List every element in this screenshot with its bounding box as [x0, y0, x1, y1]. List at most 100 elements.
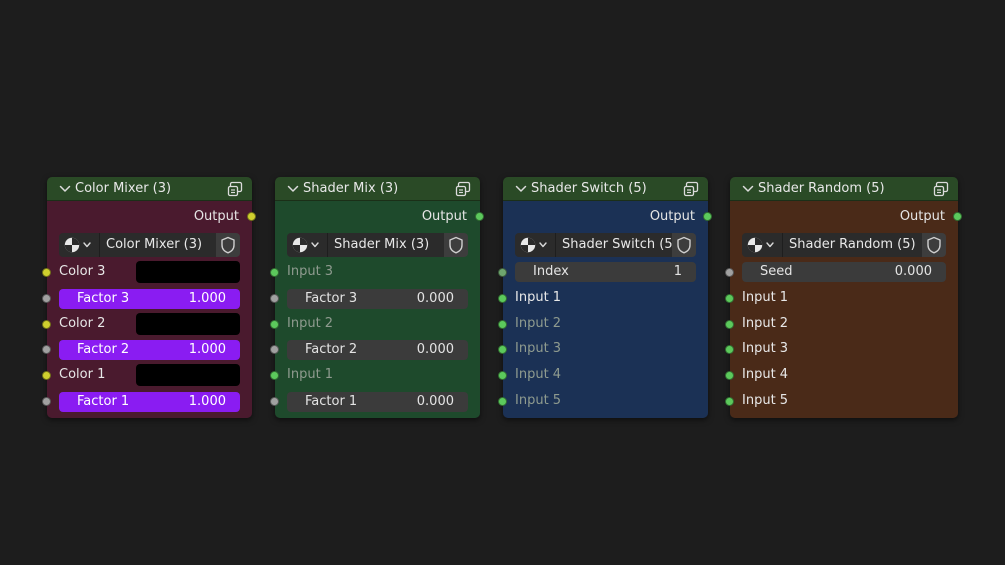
factor-2-field[interactable]: Factor 2 1.000 — [59, 340, 240, 360]
input-socket-input-3[interactable] — [498, 345, 507, 354]
output-socket[interactable] — [703, 212, 712, 221]
seed-value: 0.000 — [894, 264, 932, 279]
input-socket-input-5[interactable] — [498, 397, 507, 406]
node-editor-canvas[interactable]: Color Mixer (3) Output Color Mixer (3) C… — [0, 0, 1005, 565]
node-group-icon[interactable] — [933, 181, 949, 197]
node-shader-switch[interactable]: Shader Switch (5) Output Shader Switch (… — [498, 177, 712, 418]
input-5-label: Input 5 — [515, 393, 562, 408]
input-3-label: Input 3 — [742, 341, 789, 356]
input-socket-input-5[interactable] — [725, 397, 734, 406]
output-socket[interactable] — [475, 212, 484, 221]
chevron-down-icon[interactable] — [515, 183, 527, 195]
input-socket-color-3[interactable] — [42, 268, 51, 277]
group-selector[interactable]: Shader Switch (5) — [515, 233, 696, 257]
input-socket-input-4[interactable] — [498, 371, 507, 380]
color-2-label: Color 2 — [59, 316, 106, 331]
node-group-icon[interactable] — [227, 181, 243, 197]
factor-3-value: 1.000 — [188, 291, 226, 306]
fake-user-button[interactable] — [216, 233, 240, 257]
node-shader-random[interactable]: Shader Random (5) Output Shader Random (… — [725, 177, 962, 418]
node-tree-browse-button[interactable] — [287, 233, 328, 257]
node-tree-browse-button[interactable] — [742, 233, 783, 257]
input-socket-factor-3[interactable] — [270, 294, 279, 303]
node-group-icon[interactable] — [455, 181, 471, 197]
color-1-swatch[interactable] — [136, 364, 240, 386]
node-color-mixer[interactable]: Color Mixer (3) Output Color Mixer (3) C… — [42, 177, 256, 418]
input-socket-factor-1[interactable] — [42, 397, 51, 406]
input-1-label: Input 1 — [287, 367, 334, 382]
node-shader-mix[interactable]: Shader Mix (3) Output Shader Mix (3) Inp… — [270, 177, 484, 418]
group-selector[interactable]: Shader Random (5) — [742, 233, 946, 257]
chevron-down-icon[interactable] — [287, 183, 299, 195]
factor-1-label: Factor 1 — [77, 394, 130, 409]
input-socket-input-2[interactable] — [498, 320, 507, 329]
color-2-swatch[interactable] — [136, 313, 240, 335]
color-1-label: Color 1 — [59, 367, 106, 382]
output-socket[interactable] — [953, 212, 962, 221]
group-name-field[interactable]: Shader Mix (3) — [328, 233, 444, 257]
input-socket-input-1[interactable] — [725, 294, 734, 303]
input-socket-input-3[interactable] — [270, 268, 279, 277]
color-3-label: Color 3 — [59, 264, 106, 279]
factor-2-value: 1.000 — [188, 342, 226, 357]
node-tree-icon — [747, 237, 774, 253]
factor-2-label: Factor 2 — [305, 342, 358, 357]
output-socket[interactable] — [247, 212, 256, 221]
factor-2-value: 0.000 — [416, 342, 454, 357]
input-socket-input-1[interactable] — [498, 294, 507, 303]
input-socket-color-2[interactable] — [42, 320, 51, 329]
input-socket-seed[interactable] — [725, 268, 734, 277]
input-socket-color-1[interactable] — [42, 371, 51, 380]
factor-1-field[interactable]: Factor 1 1.000 — [59, 392, 240, 412]
input-socket-input-3[interactable] — [725, 345, 734, 354]
fake-user-button[interactable] — [672, 233, 696, 257]
group-name-field[interactable]: Shader Random (5) — [783, 233, 922, 257]
chevron-down-icon[interactable] — [742, 183, 754, 195]
color-3-swatch[interactable] — [136, 261, 240, 283]
output-label: Output — [193, 209, 239, 224]
node-tree-icon — [292, 237, 319, 253]
input-socket-input-1[interactable] — [270, 371, 279, 380]
node-header[interactable]: Shader Mix (3) — [275, 177, 480, 201]
fake-user-button[interactable] — [444, 233, 468, 257]
seed-field[interactable]: Seed 0.000 — [742, 262, 946, 282]
index-field[interactable]: Index 1 — [515, 262, 696, 282]
factor-1-label: Factor 1 — [305, 394, 358, 409]
factor-3-label: Factor 3 — [77, 291, 130, 306]
input-4-label: Input 4 — [742, 367, 789, 382]
node-tree-browse-button[interactable] — [515, 233, 556, 257]
input-1-label: Input 1 — [515, 290, 562, 305]
input-socket-factor-1[interactable] — [270, 397, 279, 406]
input-3-label: Input 3 — [287, 264, 334, 279]
seed-label: Seed — [760, 264, 793, 279]
index-value: 1 — [673, 264, 682, 279]
input-1-label: Input 1 — [742, 290, 789, 305]
group-name-field[interactable]: Color Mixer (3) — [100, 233, 216, 257]
factor-1-field[interactable]: Factor 1 0.000 — [287, 392, 468, 412]
factor-3-field[interactable]: Factor 3 0.000 — [287, 289, 468, 309]
input-socket-factor-2[interactable] — [270, 345, 279, 354]
node-header[interactable]: Shader Switch (5) — [503, 177, 708, 201]
node-header[interactable]: Shader Random (5) — [730, 177, 958, 201]
input-5-label: Input 5 — [742, 393, 789, 408]
fake-user-button[interactable] — [922, 233, 946, 257]
group-name-field[interactable]: Shader Switch (5) — [556, 233, 672, 257]
factor-1-value: 1.000 — [188, 394, 226, 409]
group-selector[interactable]: Color Mixer (3) — [59, 233, 240, 257]
factor-2-field[interactable]: Factor 2 0.000 — [287, 340, 468, 360]
node-header[interactable]: Color Mixer (3) — [47, 177, 252, 201]
input-socket-input-2[interactable] — [725, 320, 734, 329]
input-socket-factor-3[interactable] — [42, 294, 51, 303]
factor-3-field[interactable]: Factor 3 1.000 — [59, 289, 240, 309]
input-socket-input-4[interactable] — [725, 371, 734, 380]
chevron-down-icon[interactable] — [59, 183, 71, 195]
factor-1-value: 0.000 — [416, 394, 454, 409]
input-socket-input-2[interactable] — [270, 320, 279, 329]
input-socket-factor-2[interactable] — [42, 345, 51, 354]
group-selector[interactable]: Shader Mix (3) — [287, 233, 468, 257]
node-tree-browse-button[interactable] — [59, 233, 100, 257]
input-socket-index[interactable] — [498, 268, 507, 277]
node-title: Shader Switch (5) — [531, 181, 647, 196]
node-group-icon[interactable] — [683, 181, 699, 197]
node-title: Shader Mix (3) — [303, 181, 399, 196]
